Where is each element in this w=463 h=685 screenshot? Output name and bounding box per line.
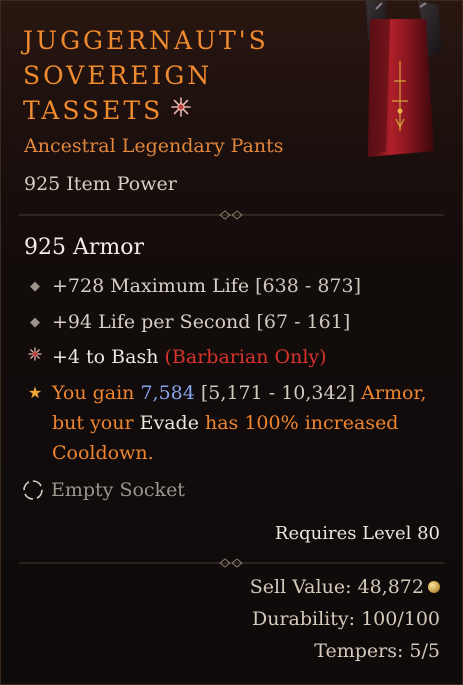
sell-value: Sell Value: 48,872 (250, 576, 440, 598)
item-type: Ancestral Legendary Pants (24, 135, 284, 157)
affix-range: [67 - 161] (256, 311, 351, 333)
aspect-skill: Evade (139, 412, 199, 434)
sell-value-text: Sell Value: 48,872 (249, 576, 424, 598)
affix-life-per-second: ◆ +94 Life per Second [67 - 161] (24, 307, 350, 338)
aspect-value: 7,584 (140, 382, 195, 404)
affix-maximum-life: ◆ +728 Maximum Life [638 - 873] (24, 271, 361, 302)
affix-bash-rank: +4 to Bash (Barbarian Only) (24, 342, 327, 373)
socket-label: Empty Socket (51, 479, 185, 501)
section-divider (19, 558, 444, 568)
aspect-mid: but your (52, 412, 140, 434)
level-requirement: Requires Level 80 (274, 523, 440, 544)
aspect-prefix: You gain (52, 382, 141, 404)
aspect-suffix-1: Armor, (361, 382, 427, 404)
unique-sparkle-icon (171, 97, 192, 117)
star-icon: ★ (27, 383, 43, 402)
durability: Durability: 100/100 (251, 608, 440, 630)
item-power: 925 Item Power (24, 173, 177, 195)
gold-coin-icon (428, 581, 440, 593)
diamond-bullet-icon: ◆ (30, 315, 40, 330)
pants-item-icon (366, 1, 442, 157)
affix-text: +4 to Bash (52, 346, 159, 368)
affix-range: [638 - 873] (255, 275, 361, 297)
legendary-aspect: ★ You gain 7,584 [5,171 - 10,342] Armor,… (24, 378, 444, 468)
title-line-3-text: TASSETS (23, 96, 164, 125)
item-title: JUGGERNAUT'S SOVEREIGN TASSETS (23, 23, 323, 128)
sparkle-bullet-icon (24, 343, 46, 373)
tempers: Tempers: 5/5 (314, 640, 440, 662)
class-restriction: (Barbarian Only) (164, 346, 327, 368)
section-divider (19, 210, 444, 220)
legendary-aspect-text: You gain 7,584 [5,171 - 10,342] Armor, bu… (52, 378, 444, 468)
empty-socket: Empty Socket (21, 478, 185, 502)
socket-ring-icon (23, 480, 43, 500)
aspect-line-3: Cooldown. (52, 442, 154, 464)
item-tooltip: JUGGERNAUT'S SOVEREIGN TASSETS Ancestral… (0, 0, 463, 685)
aspect-range: [5,171 - 10,342] (194, 382, 362, 404)
diamond-bullet-icon: ◆ (30, 279, 40, 294)
affix-text: +728 Maximum Life (52, 275, 250, 297)
armor-value: 925 Armor (24, 235, 145, 260)
aspect-suffix-2: has 100% increased (198, 412, 399, 434)
affix-text: +94 Life per Second (52, 311, 251, 333)
title-line-2: SOVEREIGN (23, 61, 213, 90)
title-line-3: TASSETS (23, 93, 323, 128)
title-line-1: JUGGERNAUT'S (23, 26, 269, 55)
